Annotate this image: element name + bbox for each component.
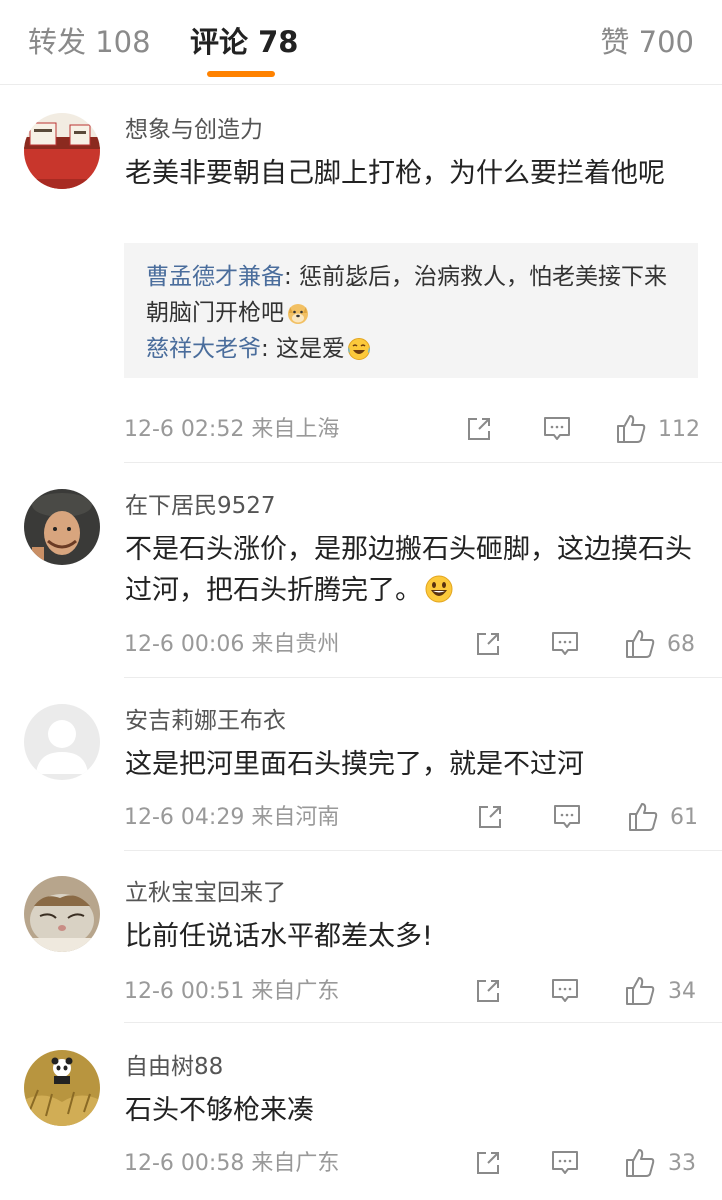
username[interactable]: 自由树88 <box>125 1052 223 1082</box>
grin-emoji-icon <box>424 574 454 616</box>
comment-icon <box>552 803 582 831</box>
comment-icon <box>542 415 572 443</box>
avatar[interactable] <box>24 704 100 780</box>
tab-likes[interactable]: 赞 700 <box>600 22 694 62</box>
comment-text: 石头不够枪来凑 <box>125 1095 314 1126</box>
share-button[interactable] <box>476 803 504 831</box>
comment-button[interactable] <box>552 803 582 831</box>
comment-item: 立秋宝宝回来了 比前任说话水平都差太多! 12-6 00:51 来自广东 34 <box>0 876 722 1024</box>
reply-list[interactable]: 曹孟德才兼备: 惩前毖后，治病救人，怕老美接下来朝脑门开枪吧 慈祥大老爷: 这是… <box>124 243 698 378</box>
like-button[interactable] <box>624 628 656 660</box>
comment-button[interactable] <box>550 630 580 658</box>
comment-icon <box>550 1149 580 1177</box>
comment-meta: 12-6 04:29 来自河南 <box>124 805 340 830</box>
like-count: 33 <box>668 1151 696 1176</box>
reply-username[interactable]: 曹孟德才兼备 <box>146 264 284 290</box>
share-button[interactable] <box>474 977 502 1005</box>
like-count: 112 <box>658 417 700 442</box>
share-button[interactable] <box>465 415 493 443</box>
like-button[interactable] <box>624 1147 656 1179</box>
share-button[interactable] <box>474 1149 502 1177</box>
reply-item[interactable]: 慈祥大老爷: 这是爱 <box>146 331 686 372</box>
tab-comments[interactable]: 评论 78 <box>190 22 298 62</box>
comment-item: 自由树88 石头不够枪来凑 12-6 00:58 来自广东 33 <box>0 1050 722 1200</box>
laugh-cry-emoji-icon <box>347 336 371 372</box>
avatar[interactable] <box>24 876 100 952</box>
share-icon <box>474 1149 502 1177</box>
comment-item: 安吉莉娜王布衣 这是把河里面石头摸完了，就是不过河 12-6 04:29 来自河… <box>0 704 722 852</box>
comment-text-body: 不是石头涨价，是那边搬石头砸脚，这边摸石头过河，把石头折腾完了。 <box>125 534 692 606</box>
like-count: 34 <box>668 979 696 1004</box>
like-button[interactable] <box>615 413 647 445</box>
comment-button[interactable] <box>550 1149 580 1177</box>
avatar[interactable] <box>24 113 100 189</box>
comment-button[interactable] <box>542 415 572 443</box>
reply-username[interactable]: 慈祥大老爷 <box>146 336 261 362</box>
username[interactable]: 立秋宝宝回来了 <box>125 878 286 908</box>
comment-text: 老美非要朝自己脚上打枪，为什么要拦着他呢 <box>125 158 665 189</box>
active-tab-indicator <box>207 71 275 77</box>
comment-meta: 12-6 00:51 来自广东 <box>124 979 340 1004</box>
like-button[interactable] <box>624 975 656 1007</box>
share-icon <box>474 977 502 1005</box>
comment-text: 不是石头涨价，是那边搬石头砸脚，这边摸石头过河，把石头折腾完了。 <box>125 529 700 616</box>
like-icon <box>627 801 659 833</box>
like-icon <box>624 1147 656 1179</box>
comment-button[interactable] <box>550 977 580 1005</box>
comment-icon <box>550 977 580 1005</box>
reply-item[interactable]: 曹孟德才兼备: 惩前毖后，治病救人，怕老美接下来朝脑门开枪吧 <box>146 259 686 336</box>
avatar[interactable] <box>24 489 100 565</box>
avatar[interactable] <box>24 1050 100 1126</box>
divider <box>124 1022 722 1023</box>
comment-meta: 12-6 02:52 来自上海 <box>124 417 340 442</box>
divider <box>124 677 722 678</box>
like-button[interactable] <box>627 801 659 833</box>
comment-meta: 12-6 00:06 来自贵州 <box>124 632 340 657</box>
share-button[interactable] <box>474 630 502 658</box>
comment-tabs: 转发 108 评论 78 赞 700 <box>0 0 722 85</box>
divider <box>124 850 722 851</box>
tab-reposts[interactable]: 转发 108 <box>28 22 151 62</box>
comment-item: 在下居民9527 不是石头涨价，是那边搬石头砸脚，这边摸石头过河，把石头折腾完了… <box>0 489 722 679</box>
comment-text: 比前任说话水平都差太多! <box>125 921 433 952</box>
share-icon <box>465 415 493 443</box>
comment-meta: 12-6 00:58 来自广东 <box>124 1151 340 1176</box>
like-count: 61 <box>670 805 698 830</box>
comment-item: 想象与创造力 老美非要朝自己脚上打枪，为什么要拦着他呢 曹孟德才兼备: 惩前毖后… <box>0 113 722 463</box>
like-icon <box>624 628 656 660</box>
divider <box>124 462 722 463</box>
like-count: 68 <box>667 632 695 657</box>
reply-text: : 这是爱 <box>261 336 346 362</box>
comment-icon <box>550 630 580 658</box>
username[interactable]: 安吉莉娜王布衣 <box>125 706 286 736</box>
comment-text: 这是把河里面石头摸完了，就是不过河 <box>125 749 584 780</box>
username[interactable]: 想象与创造力 <box>125 115 263 145</box>
like-icon <box>615 413 647 445</box>
like-icon <box>624 975 656 1007</box>
share-icon <box>476 803 504 831</box>
username[interactable]: 在下居民9527 <box>125 491 276 521</box>
share-icon <box>474 630 502 658</box>
